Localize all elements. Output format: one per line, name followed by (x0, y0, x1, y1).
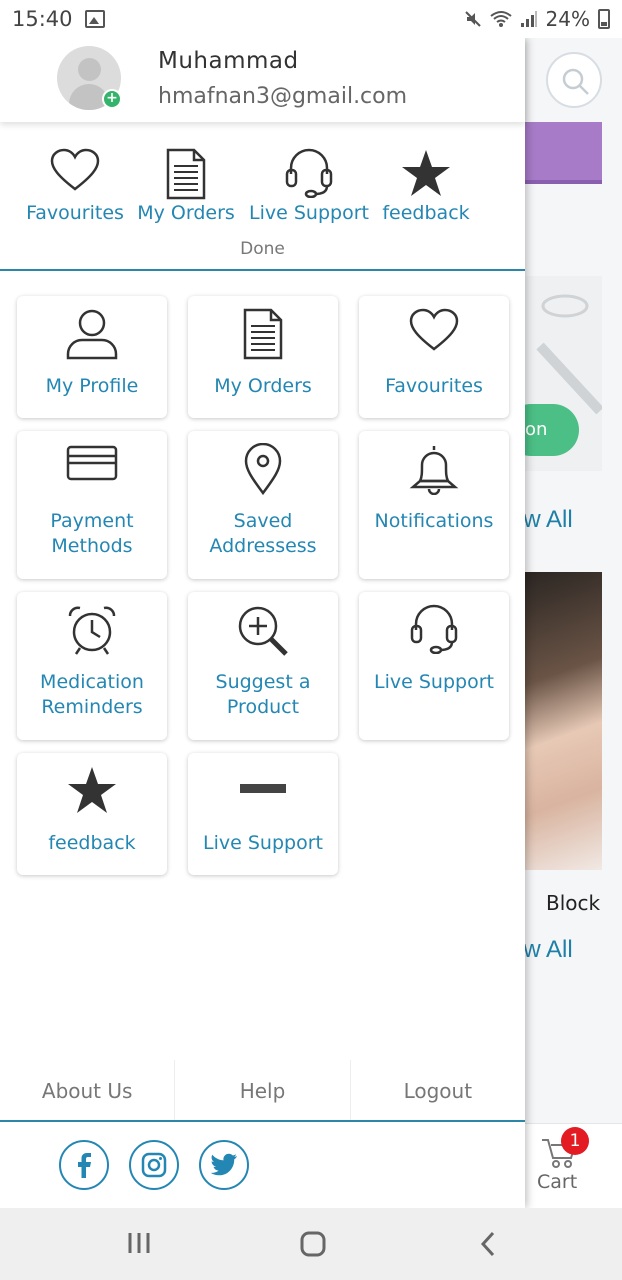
quick-action-label: Live Support (249, 202, 369, 224)
heart-icon (409, 308, 459, 351)
status-right: 24% (464, 7, 610, 31)
tile-notifications[interactable]: Notifications (359, 431, 509, 579)
person-icon (66, 309, 118, 360)
facebook-button[interactable] (59, 1140, 109, 1190)
tile-label: feedback (48, 832, 136, 854)
instagram-button[interactable] (129, 1140, 179, 1190)
logout-link[interactable]: Logout (351, 1060, 525, 1120)
tile-feedback[interactable]: feedback (17, 753, 167, 875)
status-bar: 15:40 24% (0, 0, 622, 38)
tile-label: Live Support (374, 671, 494, 693)
done-button[interactable]: Done (0, 239, 525, 259)
location-pin-icon (244, 443, 282, 495)
quick-actions: Favourites My Orders Live Support feedba… (0, 122, 525, 271)
twitter-icon (210, 1153, 237, 1176)
tile-label: Payment Methods (50, 510, 134, 557)
tile-payment-methods[interactable]: Payment Methods (17, 431, 167, 579)
credit-card-icon (66, 445, 118, 481)
footer-links: About Us Help Logout (0, 1060, 525, 1122)
back-icon[interactable] (476, 1230, 500, 1258)
wifi-icon (489, 11, 512, 27)
quick-action-label: Favourites (26, 202, 124, 224)
search-icon (562, 68, 589, 95)
tile-suggest-product[interactable]: Suggest a Product (188, 592, 338, 740)
quick-action-my-orders[interactable]: My Orders (126, 148, 246, 224)
tile-label: My Profile (45, 375, 139, 397)
headset-icon (410, 604, 458, 654)
headset-icon (285, 148, 333, 198)
product-title: Block (546, 891, 601, 915)
bell-icon (409, 446, 459, 495)
tile-label: My Orders (214, 375, 312, 397)
add-photo-icon[interactable]: + (102, 89, 122, 109)
heart-icon (50, 148, 100, 191)
star-icon (68, 767, 116, 813)
quick-action-live-support[interactable]: Live Support (249, 148, 369, 224)
tile-saved-addresses[interactable]: Saved Addressess (188, 431, 338, 579)
promo-banner[interactable] (520, 122, 602, 184)
tile-label: Notifications (374, 510, 494, 532)
document-icon (166, 148, 206, 200)
status-time: 15:40 (12, 7, 73, 31)
profile-email: hmafnan3@gmail.com (158, 84, 408, 109)
battery-icon (598, 9, 610, 29)
quick-action-feedback[interactable]: feedback (366, 148, 486, 224)
battery-percent: 24% (545, 7, 590, 31)
recent-apps-icon[interactable] (126, 1230, 152, 1256)
system-navigation-bar (0, 1208, 622, 1280)
tile-my-profile[interactable]: My Profile (17, 296, 167, 418)
facebook-icon (78, 1153, 91, 1178)
profile-header[interactable]: + Muhammad hmafnan3@gmail.com (0, 38, 525, 122)
quick-action-label: My Orders (137, 202, 235, 224)
alarm-clock-icon (68, 606, 116, 655)
tile-medication-reminders[interactable]: Medication Reminders (17, 592, 167, 740)
tile-live-support[interactable]: Live Support (359, 592, 509, 740)
tile-label: Live Support (203, 832, 323, 854)
tile-favourites[interactable]: Favourites (359, 296, 509, 418)
cart-badge: 1 (561, 1127, 589, 1155)
cart-tab-label[interactable]: Cart (537, 1171, 577, 1193)
instagram-icon (141, 1152, 167, 1178)
tile-live-support-2[interactable]: Live Support (188, 753, 338, 875)
gallery-icon (84, 10, 105, 28)
profile-name: Muhammad (158, 48, 299, 74)
navigation-drawer: + Muhammad hmafnan3@gmail.com Favourites… (0, 38, 525, 1208)
help-link[interactable]: Help (175, 1060, 351, 1120)
star-icon (402, 150, 450, 196)
tile-label: Favourites (385, 375, 483, 397)
tile-label: Suggest a Product (215, 671, 311, 718)
product-image[interactable] (520, 572, 602, 870)
about-us-link[interactable]: About Us (0, 1060, 176, 1120)
search-button[interactable] (546, 52, 602, 108)
document-icon (243, 308, 283, 360)
tile-my-orders[interactable]: My Orders (188, 296, 338, 418)
tile-label: Medication Reminders (40, 671, 144, 718)
mute-icon (464, 11, 481, 27)
tile-label: Saved Addressess (209, 510, 317, 557)
twitter-button[interactable] (199, 1140, 249, 1190)
minus-icon (240, 784, 286, 793)
quick-action-label: feedback (382, 202, 470, 224)
home-icon[interactable] (299, 1230, 327, 1258)
signal-icon (520, 11, 537, 27)
zoom-in-icon (238, 606, 288, 656)
quick-action-favourites[interactable]: Favourites (15, 148, 135, 224)
